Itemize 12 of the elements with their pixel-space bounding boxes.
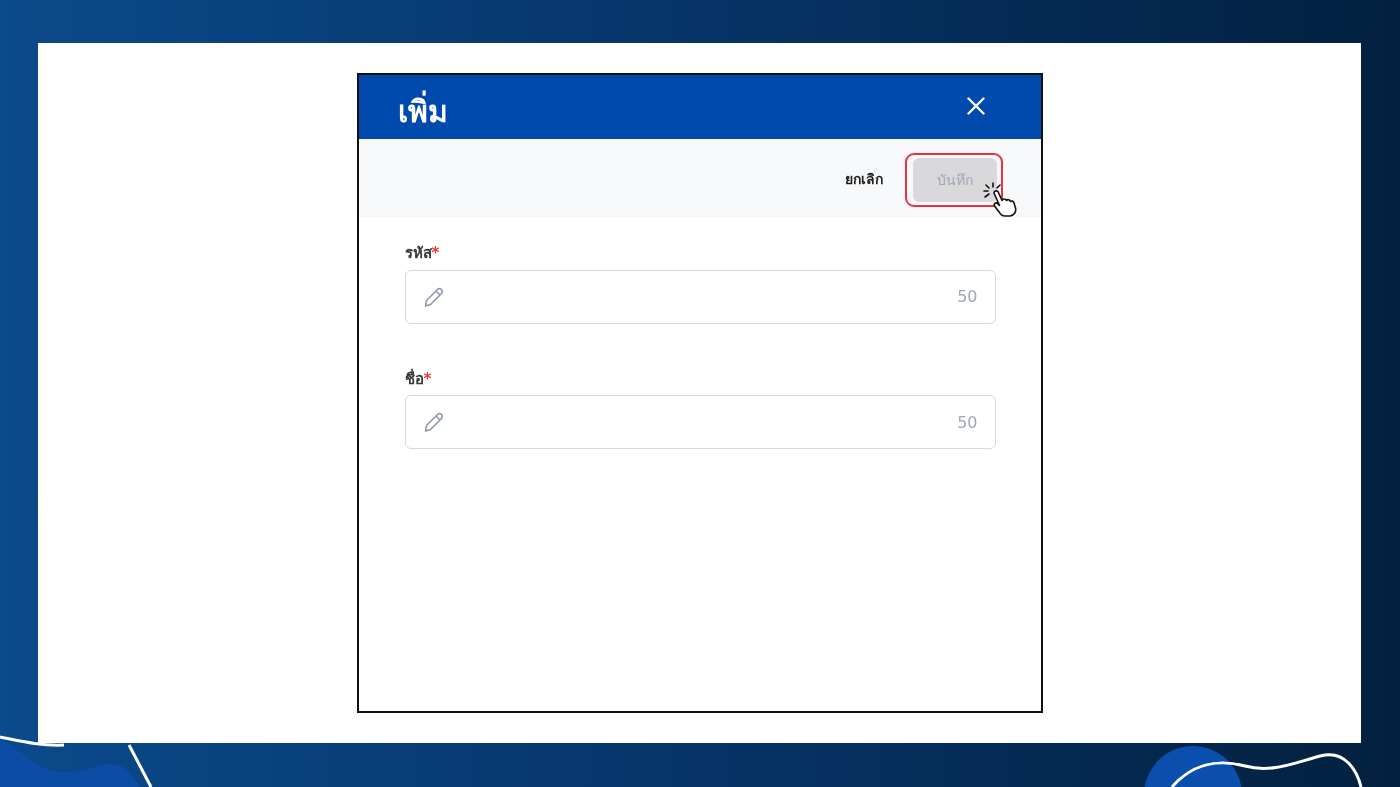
close-button[interactable]	[966, 97, 985, 115]
pencil-icon	[422, 285, 445, 308]
character-counter: 50	[957, 287, 978, 306]
pencil-icon	[422, 411, 445, 433]
dialog-title: เพิ่ม	[397, 83, 448, 131]
close-icon	[966, 97, 985, 115]
field-label: รหัส*	[404, 244, 440, 264]
input-field[interactable]: 50	[404, 269, 996, 324]
input-field[interactable]: 50	[404, 395, 996, 449]
character-counter: 50	[957, 412, 978, 432]
field-label: ชื่อ*	[404, 369, 432, 389]
cancel-button[interactable]: ยกเลิก	[844, 161, 883, 196]
